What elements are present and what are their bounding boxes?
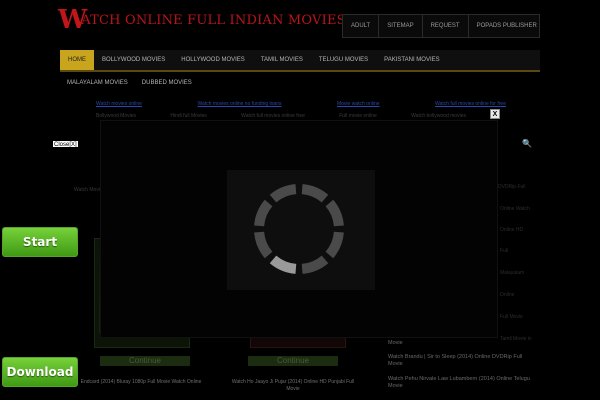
sidebar-link[interactable]: Movie — [388, 340, 534, 347]
ad-link-row: Watch movies online Watch movies online … — [96, 101, 506, 107]
site-logo[interactable]: W ATCH ONLINE FULL INDIAN MOVIES FREE — [58, 7, 389, 33]
sidebar-link[interactable]: Online Watch — [500, 206, 530, 212]
continue-button[interactable]: Continue — [100, 356, 190, 366]
sidebar-link[interactable]: Watch Brandu | Sir to Sleep (2014) Onlin… — [388, 354, 534, 368]
ad-link[interactable]: Watch movies online no funding loans — [197, 101, 281, 107]
ad-subtext: Full movie online — [339, 113, 377, 119]
sidebar-link[interactable]: Online HD — [500, 227, 523, 233]
sidebar-link[interactable]: Online — [500, 292, 514, 298]
sidebar-link[interactable]: Malayalam — [500, 270, 524, 276]
ad-subtext: Watch bollywood movies — [411, 113, 466, 119]
start-button[interactable]: Start — [2, 227, 78, 257]
nav-item-tamil[interactable]: TAMIL MOVIES — [253, 50, 311, 70]
ad-subtext: Watch full movies online free — [241, 113, 305, 119]
top-link-adult[interactable]: ADULT — [343, 15, 380, 37]
ad-link[interactable]: Watch full movies online for free — [435, 101, 506, 107]
nav-item-home[interactable]: HOME — [60, 50, 94, 70]
search-icon[interactable]: 🔍 — [522, 139, 532, 148]
nav-item-bollywood[interactable]: BOLLYWOOD MOVIES — [94, 50, 173, 70]
loading-spinner-icon — [254, 184, 344, 274]
sidebar-link[interactable]: Watch Pehu Nirvale Law Lubambern (2014) … — [388, 376, 534, 390]
sidebar-search[interactable]: 🔍 — [500, 137, 538, 151]
secondary-nav: MALAYALAM MOVIES DUBBED MOVIES — [60, 76, 199, 90]
top-links: ADULT SITEMAP REQUEST POPADS PUBLISHER — [342, 14, 540, 38]
ad-subtext: Bollywood Movies — [96, 113, 137, 119]
ad-link[interactable]: Watch movies online — [96, 101, 142, 107]
spinner-segment — [269, 255, 297, 274]
ad-link[interactable]: Movie watch online — [337, 101, 380, 107]
spinner-segment — [301, 184, 329, 203]
close-ad-button[interactable]: Close[X] — [52, 140, 79, 148]
sidebar-link[interactable]: DVDRip Full — [498, 184, 526, 190]
spinner-segment — [301, 255, 329, 274]
download-button[interactable]: Download — [2, 357, 78, 387]
top-link-sitemap[interactable]: SITEMAP — [379, 15, 423, 37]
top-link-popads[interactable]: POPADS PUBLISHER — [469, 15, 545, 37]
nav-item-pakistani[interactable]: PAKISTANI MOVIES — [376, 50, 447, 70]
video-overlay-modal — [100, 120, 498, 338]
ad-subtext-row: Bollywood Movies Hindi full Movies Watch… — [96, 113, 466, 119]
nav-item-malayalam[interactable]: MALAYALAM MOVIES — [60, 80, 135, 86]
spinner-segment — [254, 231, 273, 259]
top-link-request[interactable]: REQUEST — [423, 15, 469, 37]
spinner-segment — [254, 199, 273, 227]
nav-item-telugu[interactable]: TELUGU MOVIES — [311, 50, 376, 70]
spinner-segment — [325, 199, 344, 227]
close-overlay-button[interactable]: X — [490, 109, 500, 119]
sidebar-link[interactable]: Full Movie — [500, 314, 523, 320]
movie-title-link[interactable]: Watch Ho Jaayo Ji Pujar (2014) Online HD… — [228, 379, 358, 393]
sidebar-link[interactable]: Full — [500, 248, 508, 254]
movie-title-link[interactable]: Endcard (2014) Bluray 1080p Full Movie W… — [76, 379, 206, 386]
spinner-segment — [269, 184, 297, 203]
spinner-segment — [325, 231, 344, 259]
ad-subtext: Hindi full Movies — [170, 113, 207, 119]
continue-button[interactable]: Continue — [248, 356, 338, 366]
nav-item-dubbed[interactable]: DUBBED MOVIES — [135, 80, 199, 86]
nav-item-hollywood[interactable]: HOLLYWOOD MOVIES — [173, 50, 253, 70]
main-nav: HOME BOLLYWOOD MOVIES HOLLYWOOD MOVIES T… — [60, 50, 540, 72]
